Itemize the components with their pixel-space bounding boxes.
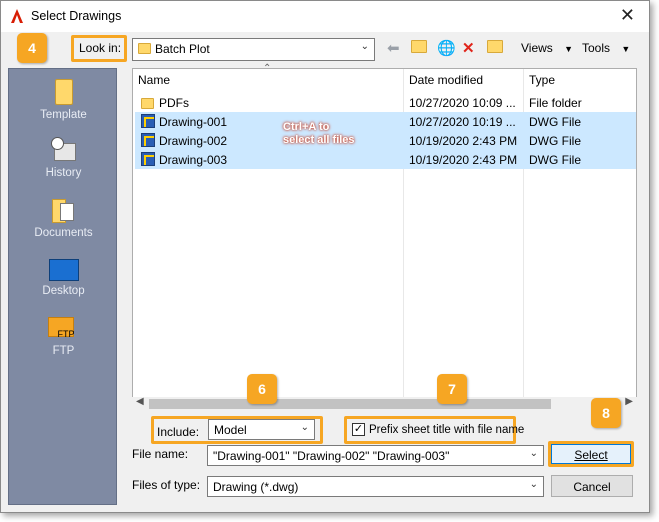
list-item[interactable]: Drawing-002 10/19/2020 2:43 PM DWG File bbox=[135, 131, 636, 150]
place-history[interactable]: History bbox=[9, 137, 118, 179]
lookin-value: Batch Plot bbox=[155, 42, 210, 56]
title-bar: Select Drawings ✕ bbox=[1, 1, 649, 32]
ctrl-a-annotation: Ctrl+A to select all files bbox=[283, 121, 355, 146]
caret-down-icon: ▼ bbox=[621, 44, 631, 54]
dwg-file-icon bbox=[141, 133, 155, 147]
step-4-badge: 4 bbox=[17, 33, 47, 63]
place-desktop[interactable]: Desktop bbox=[9, 259, 118, 297]
chevron-down-icon: ⌄ bbox=[300, 422, 309, 433]
ftp-folder-icon: FTP bbox=[47, 317, 80, 341]
list-item[interactable]: Drawing-001 10/27/2020 10:19 ... DWG Fil… bbox=[135, 112, 636, 131]
scroll-left-icon[interactable]: ◀ bbox=[136, 396, 144, 407]
window-title: Select Drawings bbox=[31, 9, 122, 23]
horizontal-scrollbar[interactable]: ◀ ▶ bbox=[132, 396, 637, 411]
filetype-label: Files of type: bbox=[132, 478, 201, 492]
scrollbar-thumb[interactable] bbox=[149, 399, 551, 409]
caret-down-icon: ▼ bbox=[564, 44, 574, 54]
autocad-app-icon bbox=[11, 9, 23, 23]
chevron-down-icon: ⌄ bbox=[360, 41, 369, 52]
views-menu[interactable]: Views ▼ bbox=[521, 41, 573, 55]
chevron-down-icon: ⌄ bbox=[529, 479, 538, 490]
select-drawings-dialog: Select Drawings ✕ Look in: Batch Plot ⌄ … bbox=[0, 0, 650, 513]
place-ftp[interactable]: FTP FTP bbox=[9, 317, 118, 357]
filename-label: File name: bbox=[132, 447, 189, 461]
chevron-down-icon: ⌄ bbox=[529, 448, 538, 459]
dwg-file-icon bbox=[141, 152, 155, 166]
prefix-checkbox[interactable]: ✓ bbox=[352, 423, 365, 436]
step-8-badge: 8 bbox=[591, 398, 621, 428]
new-folder-icon[interactable] bbox=[487, 39, 507, 56]
close-icon[interactable]: ✕ bbox=[620, 5, 635, 26]
column-header-name[interactable]: Name bbox=[133, 69, 403, 91]
cancel-button[interactable]: Cancel bbox=[551, 475, 633, 497]
documents-icon bbox=[51, 197, 76, 223]
list-item[interactable]: PDFs 10/27/2020 10:09 ... File folder bbox=[135, 93, 636, 112]
template-folder-icon bbox=[54, 79, 73, 105]
list-item[interactable]: Drawing-003 10/19/2020 2:43 PM DWG File bbox=[135, 150, 636, 169]
folder-icon bbox=[138, 43, 151, 54]
lookin-combo[interactable]: Batch Plot ⌄ bbox=[132, 38, 375, 61]
back-arrow-icon[interactable]: ⬅ bbox=[387, 39, 400, 57]
include-label: Include: bbox=[157, 425, 200, 439]
step-7-badge: 7 bbox=[437, 374, 467, 404]
up-folder-icon[interactable] bbox=[411, 39, 431, 56]
scroll-right-icon[interactable]: ▶ bbox=[625, 396, 633, 407]
history-icon bbox=[50, 137, 77, 163]
place-documents[interactable]: Documents bbox=[9, 197, 118, 239]
filetype-select[interactable]: Drawing (*.dwg) ⌄ bbox=[207, 476, 544, 497]
include-select[interactable]: Model ⌄ bbox=[208, 419, 315, 440]
filename-input[interactable]: "Drawing-001" "Drawing-002" "Drawing-003… bbox=[207, 445, 544, 466]
place-template[interactable]: Template bbox=[9, 79, 118, 121]
delete-icon[interactable]: ✕ bbox=[462, 39, 475, 57]
column-header-type[interactable]: Type bbox=[524, 69, 634, 91]
desktop-icon bbox=[48, 259, 79, 281]
select-button[interactable]: Select bbox=[551, 444, 631, 464]
step-6-badge: 6 bbox=[247, 374, 277, 404]
places-bar: Template History Documents Desktop FTP F… bbox=[8, 68, 117, 505]
lookin-label: Look in: bbox=[79, 41, 122, 55]
dwg-file-icon bbox=[141, 114, 155, 128]
search-web-icon[interactable]: 🌐 bbox=[437, 39, 456, 57]
prefix-label: Prefix sheet title with file name bbox=[369, 424, 525, 436]
tools-menu[interactable]: Tools ▼ bbox=[582, 41, 630, 55]
file-list[interactable]: ⌃ Name Date modified Type PDFs 10/27/202… bbox=[132, 63, 637, 411]
column-header-date[interactable]: Date modified bbox=[404, 69, 523, 91]
